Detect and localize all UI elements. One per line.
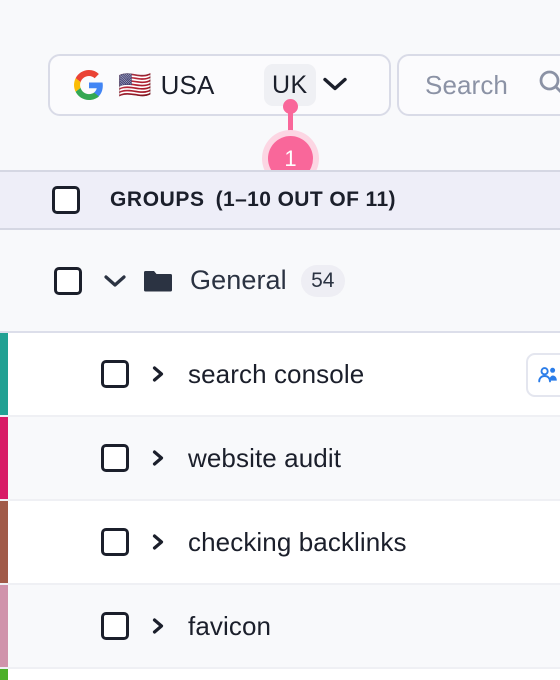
row-accent-bar (0, 669, 8, 680)
folder-checkbox[interactable] (54, 266, 82, 295)
keyword-label: favicon (188, 610, 272, 641)
chevron-down-icon[interactable] (102, 271, 128, 291)
chevron-right-icon[interactable] (151, 532, 166, 552)
search-field[interactable]: Search (397, 54, 560, 116)
chevron-down-icon[interactable] (322, 74, 348, 94)
keyword-label: checking backlinks (188, 526, 407, 557)
folder-name: General (190, 265, 287, 295)
search-placeholder: Search (425, 69, 508, 100)
select-all-groups-checkbox[interactable] (52, 186, 80, 214)
us-flag-icon: 🇺🇸 (118, 69, 152, 100)
top-toolbar: 🇺🇸 USA UK Search (0, 0, 560, 131)
keyword-checkbox[interactable] (101, 360, 129, 388)
keyword-checkbox[interactable] (101, 444, 129, 472)
people-icon (538, 367, 557, 383)
groups-label: GROUPS (110, 188, 205, 211)
keyword-checkbox[interactable] (101, 528, 129, 556)
keyword-row[interactable]: website audit (0, 417, 560, 501)
groups-header-row: GROUPS (1–10 OUT OF 11) (0, 170, 560, 230)
row-accent-bar (0, 501, 8, 583)
keyword-label: search console (188, 358, 365, 389)
share-people-button[interactable] (526, 353, 560, 397)
row-accent-bar (0, 585, 8, 667)
folder-keyword-count-badge: 54 (300, 264, 345, 297)
search-icon[interactable] (537, 68, 560, 98)
keyword-list: search console website audit checking ba… (0, 333, 560, 680)
chevron-right-icon[interactable] (151, 448, 166, 468)
keyword-label: website audit (188, 442, 342, 473)
row-accent-bar (0, 333, 8, 415)
keyword-manager-screen: 🇺🇸 USA UK Search 1 GROUPS (1–10 OUT OF 1… (0, 0, 560, 680)
keyword-row[interactable]: favicon (0, 585, 560, 669)
folder-icon (144, 271, 172, 292)
keyword-row[interactable]: search console (0, 333, 560, 417)
chevron-right-icon[interactable] (151, 616, 166, 636)
region-chip-uk[interactable]: UK (264, 64, 316, 106)
country-label: USA (160, 69, 215, 100)
keyword-checkbox[interactable] (101, 612, 129, 640)
row-accent-bar (0, 417, 8, 499)
keyword-row-partial[interactable] (0, 669, 560, 680)
chevron-right-icon[interactable] (151, 364, 166, 384)
google-g-icon (74, 70, 103, 100)
folder-row-general[interactable]: General 54 (0, 230, 560, 333)
groups-count: (1–10 OUT OF 11) (215, 188, 396, 211)
keyword-row[interactable]: checking backlinks (0, 501, 560, 585)
